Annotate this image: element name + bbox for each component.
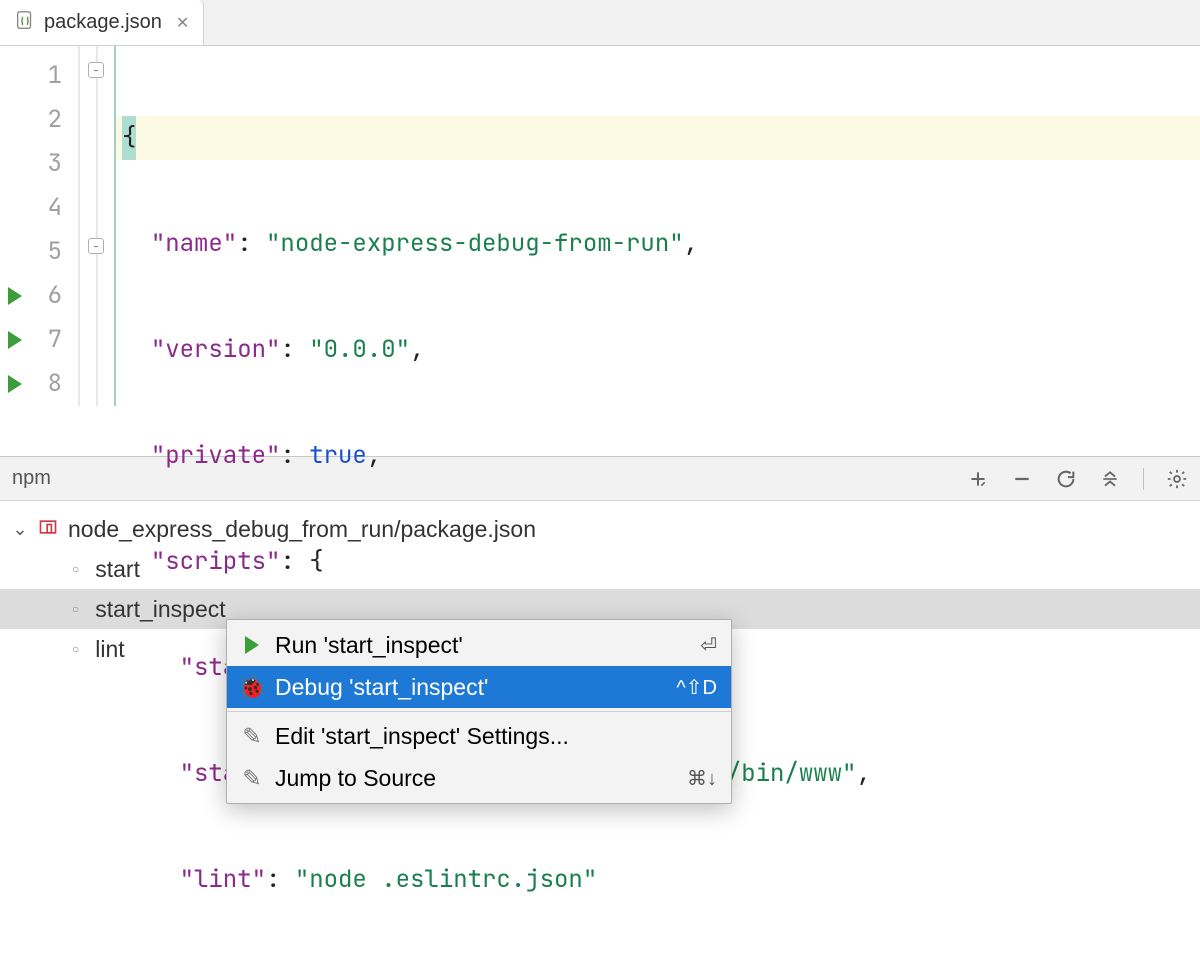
menu-item-run[interactable]: Run 'start_inspect' ⏎ [227, 624, 731, 666]
npm-icon [38, 516, 58, 543]
line-number: 4 [48, 186, 62, 230]
edit-icon: ✎ [241, 765, 263, 792]
npm-panel-title: npm [12, 467, 51, 490]
line-number: 2 [48, 98, 62, 142]
play-icon [241, 636, 263, 654]
cursor: { [122, 116, 136, 160]
line-number: 6 [48, 274, 62, 318]
menu-item-debug[interactable]: 🐞 Debug 'start_inspect' ^⇧D [227, 666, 731, 708]
npm-script-label: lint [95, 636, 124, 663]
expand-toggle-icon[interactable]: ⌄ [12, 519, 28, 540]
line-number: 3 [48, 142, 62, 186]
fold-strip: − − [80, 46, 116, 406]
menu-item-jump-source[interactable]: ✎ Jump to Source ⌘↓ [227, 757, 731, 799]
editor-tab[interactable]: package.json ✕ [0, 0, 204, 45]
bullet-icon: ○ [72, 642, 79, 656]
code-area[interactable]: { "name": "node-express-debug-from-run",… [116, 46, 1200, 406]
menu-item-shortcut: ^⇧D [676, 675, 717, 700]
edit-icon: ✎ [241, 723, 263, 750]
code-editor[interactable]: 1 2 3 4 5 6 7 8 − − { "name": "node-expr… [0, 46, 1200, 406]
tab-label: package.json [44, 11, 162, 34]
menu-item-label: Jump to Source [275, 765, 675, 792]
npm-scripts-tree: ⌄ node_express_debug_from_run/package.js… [0, 501, 1200, 677]
bullet-icon: ○ [72, 562, 79, 576]
line-number: 1 [48, 54, 62, 98]
npm-script-label: start_inspect [95, 596, 225, 623]
line-number: 5 [48, 230, 62, 274]
tab-bar: package.json ✕ [0, 0, 1200, 46]
run-gutter-icon[interactable] [8, 331, 22, 349]
fold-toggle-icon[interactable]: − [88, 238, 104, 254]
line-number: 8 [48, 362, 62, 406]
line-gutter: 1 2 3 4 5 6 7 8 [0, 46, 80, 406]
npm-root-label: node_express_debug_from_run/package.json [68, 516, 536, 543]
menu-item-shortcut: ⌘↓ [687, 766, 717, 791]
line-number: 7 [48, 318, 62, 362]
menu-item-label: Edit 'start_inspect' Settings... [275, 723, 705, 750]
json-file-icon [14, 9, 36, 37]
run-gutter-icon[interactable] [8, 375, 22, 393]
context-menu: Run 'start_inspect' ⏎ 🐞 Debug 'start_ins… [226, 619, 732, 804]
npm-script-label: start [95, 556, 140, 583]
npm-tree-root[interactable]: ⌄ node_express_debug_from_run/package.js… [0, 509, 1200, 549]
menu-separator [227, 711, 731, 712]
menu-item-label: Run 'start_inspect' [275, 632, 688, 659]
npm-script-item[interactable]: ○ start [0, 549, 1200, 589]
menu-item-edit-settings[interactable]: ✎ Edit 'start_inspect' Settings... [227, 715, 731, 757]
menu-item-shortcut: ⏎ [700, 633, 717, 658]
fold-toggle-icon[interactable]: − [88, 62, 104, 78]
bullet-icon: ○ [72, 602, 79, 616]
bug-icon: 🐞 [241, 674, 263, 701]
run-gutter-icon[interactable] [8, 287, 22, 305]
menu-item-label: Debug 'start_inspect' [275, 674, 664, 701]
close-tab-icon[interactable]: ✕ [176, 13, 189, 33]
